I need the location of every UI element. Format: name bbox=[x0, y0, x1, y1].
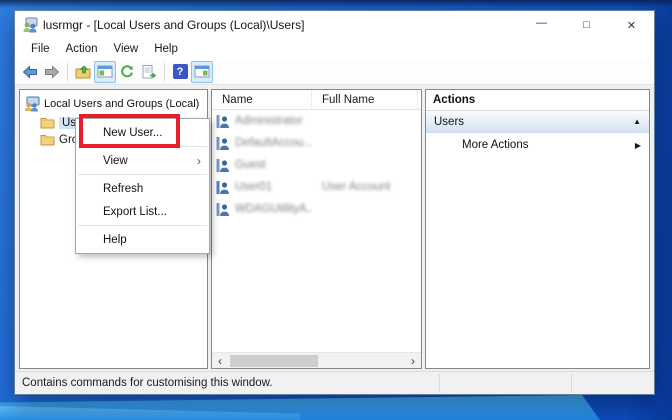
column-header-full-name[interactable]: Full Name bbox=[312, 90, 418, 109]
status-bar: Contains commands for customising this w… bbox=[15, 371, 654, 394]
show-console-tree-button[interactable] bbox=[94, 61, 116, 83]
more-actions-label: More Actions bbox=[462, 139, 528, 151]
user-row[interactable]: User01 User Account bbox=[212, 176, 421, 198]
status-text: Contains commands for customising this w… bbox=[22, 377, 273, 389]
close-button[interactable]: ✕ bbox=[609, 11, 654, 39]
more-actions-arrow-icon: ▶ bbox=[635, 141, 641, 150]
menu-separator bbox=[78, 146, 207, 147]
collapse-section-icon[interactable]: ▲ bbox=[633, 117, 641, 126]
column-header-name[interactable]: Name bbox=[212, 90, 312, 109]
submenu-arrow-icon: › bbox=[197, 154, 201, 168]
minimize-icon: — bbox=[536, 17, 547, 29]
statusbar-divider bbox=[571, 374, 572, 392]
actions-section-users[interactable]: Users ▲ bbox=[426, 111, 649, 133]
export-list-icon bbox=[141, 64, 157, 80]
export-list-button[interactable] bbox=[138, 61, 160, 83]
scroll-right-icon: › bbox=[411, 354, 415, 368]
toolbar-separator bbox=[67, 63, 68, 81]
back-button[interactable] bbox=[19, 61, 41, 83]
new-user-label: New User... bbox=[103, 127, 162, 139]
context-menu-refresh[interactable]: Refresh bbox=[76, 177, 209, 200]
actions-pane-title: Actions bbox=[426, 90, 649, 111]
help-label: Help bbox=[103, 234, 127, 246]
user-row[interactable]: Administrator bbox=[212, 110, 421, 132]
folder-icon bbox=[40, 133, 55, 146]
users-context-menu: New User... View › Refresh Export List..… bbox=[75, 118, 210, 254]
user-icon bbox=[216, 180, 231, 195]
help-button[interactable]: ? bbox=[169, 61, 191, 83]
show-action-pane-button[interactable] bbox=[191, 61, 213, 83]
tree-root-label: Local Users and Groups (Local) bbox=[44, 98, 199, 110]
desktop-wallpaper: lusrmgr - [Local Users and Groups (Local… bbox=[0, 0, 672, 420]
menu-separator bbox=[78, 174, 207, 175]
context-menu-export-list[interactable]: Export List... bbox=[76, 200, 209, 223]
user-icon bbox=[216, 158, 231, 173]
scrollbar-thumb[interactable] bbox=[230, 355, 318, 367]
context-menu-help[interactable]: Help bbox=[76, 228, 209, 251]
refresh-label: Refresh bbox=[103, 183, 143, 195]
menu-action[interactable]: Action bbox=[58, 41, 106, 57]
local-users-groups-icon bbox=[24, 96, 40, 112]
window-title: lusrmgr - [Local Users and Groups (Local… bbox=[43, 18, 519, 32]
actions-pane: Actions Users ▲ More Actions ▶ bbox=[425, 89, 650, 369]
actions-section-label: Users bbox=[434, 116, 464, 128]
menu-view[interactable]: View bbox=[106, 41, 147, 57]
maximize-button[interactable]: □ bbox=[564, 11, 609, 39]
user-row[interactable]: DefaultAccou... bbox=[212, 132, 421, 154]
close-icon: ✕ bbox=[627, 19, 636, 32]
users-list-pane: Name Full Name Administrator bbox=[211, 89, 422, 369]
lusrmgr-app-icon bbox=[22, 17, 38, 33]
user-name: Administrator bbox=[235, 115, 303, 127]
user-name: Guest bbox=[235, 159, 266, 171]
context-menu-view[interactable]: View › bbox=[76, 149, 209, 172]
menu-file[interactable]: File bbox=[23, 41, 58, 57]
user-name: User01 bbox=[235, 181, 272, 193]
toolbar: ? bbox=[15, 59, 654, 85]
forward-button[interactable] bbox=[41, 61, 63, 83]
user-full-name: User Account bbox=[312, 181, 418, 193]
tree-root-item[interactable]: Local Users and Groups (Local) bbox=[20, 90, 207, 114]
menu-separator bbox=[78, 225, 207, 226]
user-name: WDAGUtilityA... bbox=[235, 203, 312, 215]
forward-arrow-icon bbox=[44, 64, 60, 80]
view-label: View bbox=[103, 155, 128, 167]
list-header: Name Full Name bbox=[212, 90, 421, 110]
toolbar-separator bbox=[164, 63, 165, 81]
user-icon bbox=[216, 136, 231, 151]
more-actions-item[interactable]: More Actions ▶ bbox=[426, 133, 649, 157]
up-folder-icon bbox=[75, 64, 91, 80]
scroll-left-icon: ‹ bbox=[218, 354, 222, 368]
horizontal-scrollbar[interactable]: ‹ › bbox=[212, 352, 421, 368]
refresh-icon bbox=[119, 64, 135, 80]
folder-icon bbox=[40, 116, 55, 129]
menu-help[interactable]: Help bbox=[146, 41, 186, 57]
user-row[interactable]: Guest bbox=[212, 154, 421, 176]
export-list-label: Export List... bbox=[103, 206, 167, 218]
minimize-button[interactable]: — bbox=[519, 11, 564, 39]
scroll-right-button[interactable]: › bbox=[405, 353, 421, 369]
menu-bar: File Action View Help bbox=[15, 39, 654, 59]
maximize-icon: □ bbox=[583, 19, 590, 31]
action-pane-icon bbox=[194, 64, 210, 80]
statusbar-divider bbox=[439, 374, 440, 392]
console-tree-icon bbox=[97, 64, 113, 80]
user-name: DefaultAccou... bbox=[235, 137, 312, 149]
up-one-level-button[interactable] bbox=[72, 61, 94, 83]
user-icon bbox=[216, 114, 231, 129]
title-bar: lusrmgr - [Local Users and Groups (Local… bbox=[15, 11, 654, 39]
user-row[interactable]: WDAGUtilityA... bbox=[212, 198, 421, 220]
scroll-left-button[interactable]: ‹ bbox=[212, 353, 228, 369]
user-icon bbox=[216, 202, 231, 217]
context-menu-new-user[interactable]: New User... bbox=[76, 121, 209, 144]
refresh-button[interactable] bbox=[116, 61, 138, 83]
back-arrow-icon bbox=[22, 64, 38, 80]
help-icon: ? bbox=[173, 64, 188, 79]
